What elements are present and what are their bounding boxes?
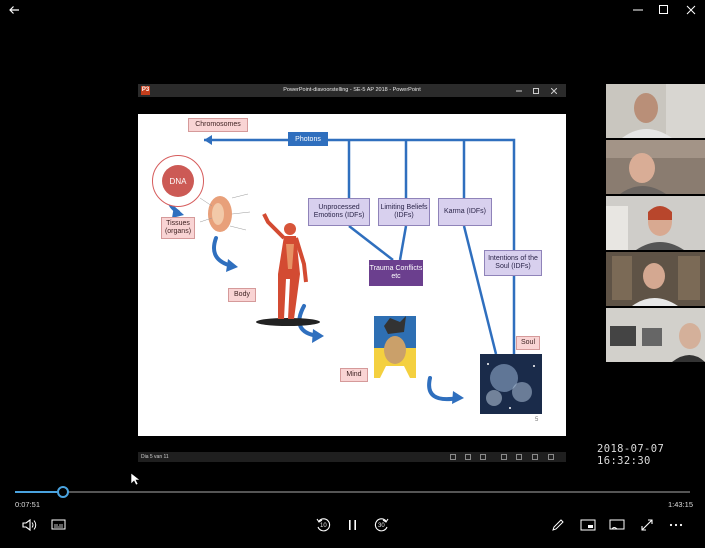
slide-number: 5 [535, 417, 539, 423]
limiting-beliefs-label: Limiting Beliefs (IDFs) [378, 198, 430, 226]
seek-thumb[interactable] [56, 486, 69, 498]
kidney-illustration [199, 193, 251, 232]
status-icon-3 [480, 454, 486, 460]
subtitles-button[interactable] [50, 516, 68, 534]
soul-nebula-image [480, 354, 542, 414]
maximize-icon [659, 5, 668, 14]
shared-powerpoint-window: P3 PowerPoint-diavoorstelling - SE-5 AP … [138, 84, 566, 462]
rewind-10-button[interactable]: 10 [314, 516, 332, 534]
ppt-letterbox-bottom [138, 436, 566, 452]
mouse-cursor-icon [130, 472, 140, 486]
more-options-button[interactable] [667, 516, 685, 534]
status-icon-2 [465, 454, 471, 460]
elapsed-time: 0:07:51 [15, 500, 41, 509]
recording-timestamp: 2018-07-07 16:32:30 [597, 443, 665, 467]
ppt-maximize-icon [531, 86, 540, 95]
edit-button[interactable] [549, 516, 567, 534]
slide-counter: Dia 5 van 11 [141, 454, 169, 460]
trauma-conflicts-label: Trauma Conflicts etc [369, 260, 423, 286]
fullscreen-button[interactable] [638, 516, 656, 534]
mind-label: Mind [340, 368, 368, 382]
body-label: Body [228, 288, 256, 302]
ppt-minimize-icon [514, 86, 523, 95]
karma-label: Karma (IDFs) [438, 198, 492, 226]
minimize-button[interactable] [626, 0, 650, 20]
forward-30-button[interactable]: 30 [373, 516, 391, 534]
dna-circle: DNA [162, 165, 194, 197]
seek-bar[interactable] [15, 491, 690, 493]
reading-view-icon [532, 454, 538, 460]
participant-tile-3 [606, 196, 705, 250]
volume-button[interactable] [21, 516, 39, 534]
cast-button[interactable] [608, 516, 626, 534]
participant-tile-1 [606, 84, 705, 138]
seek-progress [15, 491, 63, 493]
slideshow-view-icon [548, 454, 554, 460]
minimize-icon [633, 9, 643, 11]
more-icon [669, 523, 683, 527]
remaining-time: 1:43:15 [668, 500, 694, 509]
slide-sorter-icon [516, 454, 522, 460]
back-button[interactable] [2, 0, 26, 20]
maximize-button[interactable] [652, 0, 676, 20]
arrow-left-icon [9, 6, 19, 14]
pause-icon [349, 520, 356, 530]
normal-view-icon [501, 454, 507, 460]
participant-tile-4 [606, 252, 705, 306]
close-icon [686, 5, 696, 15]
status-icon-1 [450, 454, 456, 460]
speaker-icon [22, 518, 37, 532]
cast-to-device-icon [609, 519, 625, 530]
close-button[interactable] [679, 0, 703, 20]
expand-icon [641, 519, 653, 531]
unprocessed-emotions-label: Unprocessed Emotions (IDFs) [308, 198, 370, 226]
soul-label: Soul [516, 336, 540, 350]
pause-button[interactable] [344, 516, 362, 534]
rewind-label: 10 [320, 523, 327, 529]
human-body-illustration [256, 213, 320, 326]
mini-view-button[interactable] [579, 516, 597, 534]
subtitles-icon [51, 519, 66, 530]
ppt-letterbox-top [138, 97, 566, 114]
chromosomes-label: Chromosomes [188, 118, 248, 132]
ppt-title-bar: P3 PowerPoint-diavoorstelling - SE-5 AP … [138, 84, 566, 97]
participant-tile-2 [606, 140, 705, 194]
forward-label: 30 [378, 523, 385, 529]
ppt-close-icon [549, 86, 558, 95]
tissues-label: Tissues (organs) [161, 217, 195, 239]
picture-in-picture-icon [580, 519, 596, 531]
slide: Chromosomes DNA Photons Unprocessed Emot… [138, 114, 566, 436]
title-bar [0, 0, 705, 22]
ppt-window-title: PowerPoint-diavoorstelling - SE-5 AP 201… [283, 87, 421, 93]
mind-head-illustration [374, 316, 416, 378]
ppt-status-bar: Dia 5 van 11 [138, 452, 566, 462]
participant-tile-5 [606, 308, 705, 362]
photons-label: Photons [288, 132, 328, 146]
pencil-icon [552, 519, 564, 531]
intentions-of-soul-label: Intentions of the Soul (IDFs) [484, 250, 542, 276]
